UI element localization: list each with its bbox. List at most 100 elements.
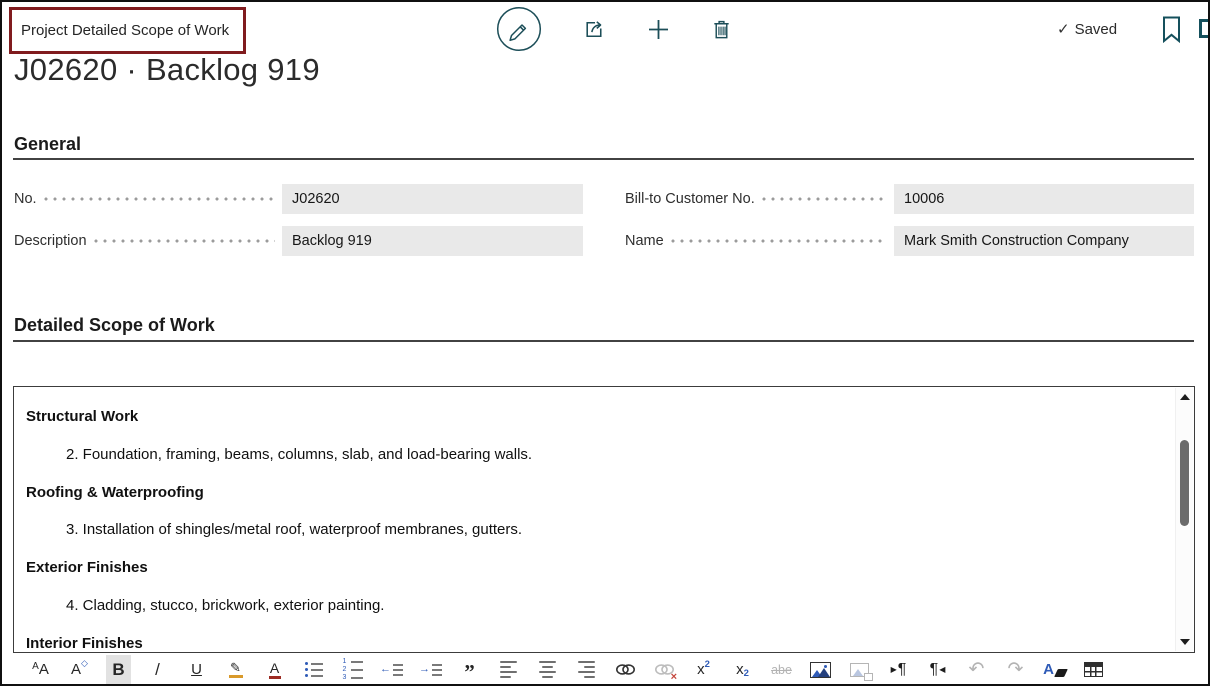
field-value-name[interactable]: Mark Smith Construction Company: [894, 226, 1194, 256]
bookmark-button[interactable]: [1162, 16, 1181, 48]
field-label-no: No.: [14, 191, 37, 207]
table-icon: [1084, 662, 1103, 677]
numbered-list-button[interactable]: 1 2 3: [340, 655, 365, 684]
editor-heading: Interior Finishes: [26, 635, 143, 652]
align-left-button[interactable]: [496, 655, 521, 684]
outdent-icon: ←: [380, 664, 403, 676]
align-right-icon: [578, 661, 595, 678]
rich-text-editor[interactable]: Structural Work 2. Foundation, framing, …: [13, 386, 1195, 653]
edit-button[interactable]: [496, 6, 542, 52]
scope-section-rule: [13, 340, 1194, 342]
scrollbar-up-arrow[interactable]: [1180, 394, 1190, 400]
scrollbar-down-arrow[interactable]: [1180, 639, 1190, 645]
bold-icon: B: [112, 660, 124, 680]
dotted-leader: [671, 239, 887, 243]
field-row-name: Name Mark Smith Construction Company: [625, 226, 1194, 256]
page-caption: Project Detailed Scope of Work: [21, 22, 229, 39]
share-icon: [582, 17, 607, 42]
align-left-icon: [500, 661, 517, 678]
redo-button[interactable]: ↷: [1003, 655, 1028, 684]
dotted-leader: [44, 197, 275, 201]
save-status-label: Saved: [1075, 21, 1118, 38]
ltr-icon: ▶¶: [891, 661, 907, 679]
scrollbar-thumb[interactable]: [1180, 440, 1189, 526]
highlighter-icon: ✎: [229, 661, 243, 678]
save-status: ✓ Saved: [1057, 20, 1117, 38]
field-row-bill-to-customer-no: Bill-to Customer No. 10006: [625, 184, 1194, 214]
page-caption-highlight: Project Detailed Scope of Work: [9, 7, 246, 54]
undo-button[interactable]: ↶: [964, 655, 989, 684]
text-direction-ltr-button[interactable]: ▶¶: [886, 655, 911, 684]
quote-icon: ”: [464, 660, 475, 685]
pencil-circle-icon: [496, 6, 542, 52]
insert-table-button[interactable]: [1081, 655, 1106, 684]
rtl-icon: ¶◀: [930, 661, 946, 679]
editor-heading: Roofing & Waterproofing: [26, 484, 204, 501]
editor-toolbar: AA A◇ B / U ✎ A: [2, 655, 1208, 684]
editor-scrollbar[interactable]: [1175, 388, 1193, 651]
field-value-no[interactable]: J02620: [282, 184, 583, 214]
align-center-button[interactable]: [535, 655, 560, 684]
undo-icon: ↶: [969, 658, 985, 681]
dotted-leader: [94, 239, 275, 243]
font-family-icon: A: [32, 661, 39, 672]
subscript-button[interactable]: x2: [730, 655, 755, 684]
align-right-button[interactable]: [574, 655, 599, 684]
editor-list-item: 2. Foundation, framing, beams, columns, …: [66, 446, 532, 463]
editor-heading: Structural Work: [26, 408, 138, 425]
remove-link-button[interactable]: [652, 655, 677, 684]
dotted-leader: [762, 197, 887, 201]
bold-button[interactable]: B: [106, 655, 131, 684]
redo-icon: ↷: [1008, 658, 1024, 681]
clear-format-button[interactable]: A: [1042, 655, 1067, 684]
action-bar: [496, 5, 733, 53]
editor-list-item: 3. Installation of shingles/metal roof, …: [66, 521, 522, 538]
superscript-icon: x: [697, 661, 705, 678]
trash-icon: [710, 18, 733, 41]
resize-image-icon: [850, 663, 869, 677]
insert-image-button[interactable]: [808, 655, 833, 684]
strikethrough-icon: abe: [771, 663, 792, 677]
indent-icon: →: [419, 664, 442, 676]
share-button[interactable]: [582, 17, 607, 42]
general-section-title: General: [14, 134, 81, 155]
font-color-button[interactable]: A: [262, 655, 287, 684]
font-family-button[interactable]: AA: [28, 655, 53, 684]
underline-button[interactable]: U: [184, 655, 209, 684]
image-icon: [810, 662, 831, 678]
plus-icon: [647, 18, 670, 41]
font-size-icon: A: [71, 661, 81, 678]
general-section-rule: [13, 158, 1194, 160]
field-row-description: Description Backlog 919: [14, 226, 583, 256]
check-icon: ✓: [1057, 20, 1070, 38]
indent-button[interactable]: →: [418, 655, 443, 684]
field-label-bill-to-customer-no: Bill-to Customer No.: [625, 191, 755, 207]
outdent-button[interactable]: ←: [379, 655, 404, 684]
new-button[interactable]: [647, 18, 670, 41]
delete-button[interactable]: [710, 18, 733, 41]
field-value-bill-to-customer-no[interactable]: 10006: [894, 184, 1194, 214]
font-size-button[interactable]: A◇: [67, 655, 92, 684]
field-row-no: No. J02620: [14, 184, 583, 214]
insert-link-button[interactable]: [613, 655, 638, 684]
scope-section-title: Detailed Scope of Work: [14, 315, 215, 336]
italic-icon: /: [155, 660, 160, 680]
subscript-icon: x: [736, 661, 744, 678]
link-icon: [615, 662, 636, 677]
window-control-button[interactable]: [1199, 19, 1210, 38]
clear-format-icon: A: [1043, 661, 1066, 678]
blockquote-button[interactable]: ”: [457, 655, 482, 684]
unlink-icon: [654, 662, 675, 677]
field-value-description[interactable]: Backlog 919: [282, 226, 583, 256]
strikethrough-button[interactable]: abe: [769, 655, 794, 684]
underline-icon: U: [191, 661, 202, 678]
bullet-list-button[interactable]: [301, 655, 326, 684]
record-title: J02620 · Backlog 919: [14, 52, 320, 88]
text-direction-rtl-button[interactable]: ¶◀: [925, 655, 950, 684]
editor-heading: Exterior Finishes: [26, 559, 148, 576]
bullet-list-icon: [305, 662, 323, 677]
italic-button[interactable]: /: [145, 655, 170, 684]
highlight-button[interactable]: ✎: [223, 655, 248, 684]
superscript-button[interactable]: x2: [691, 655, 716, 684]
resize-image-button[interactable]: [847, 655, 872, 684]
